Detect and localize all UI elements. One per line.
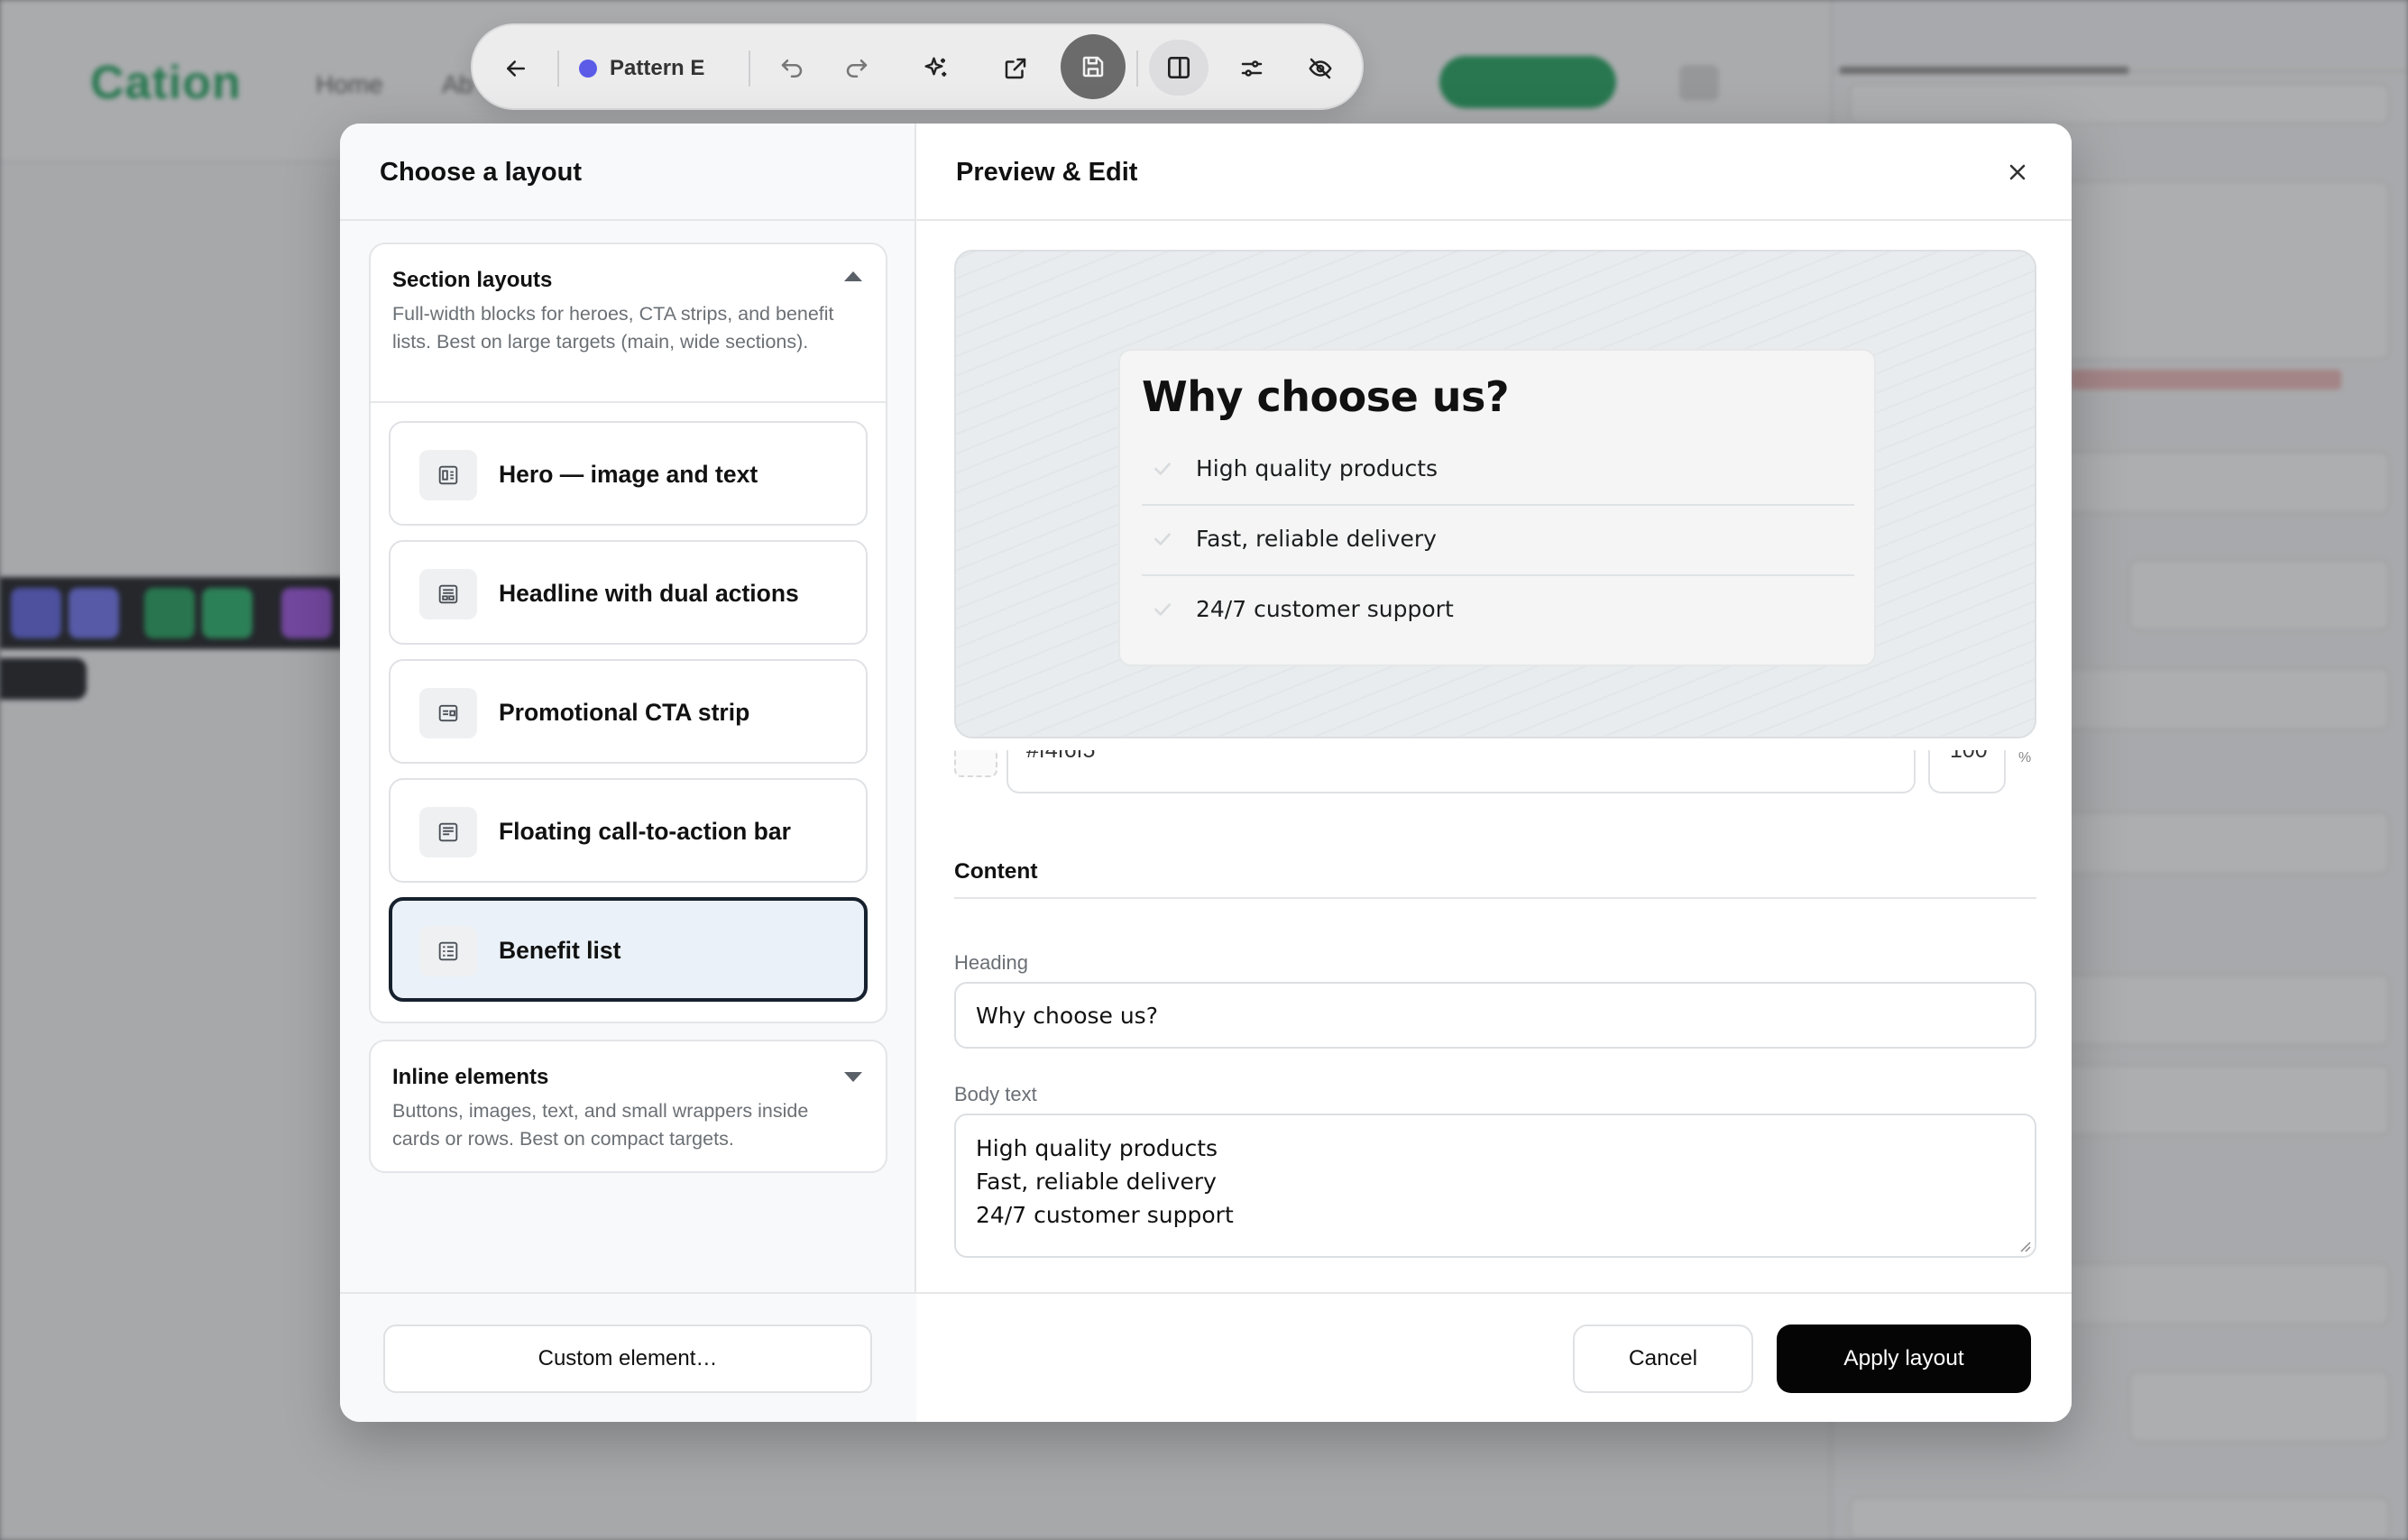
cancel-button[interactable]: Cancel	[1573, 1325, 1753, 1393]
heading-input-value: Why choose us?	[976, 1003, 1158, 1029]
layout-option-cta-strip[interactable]: Promotional CTA strip	[389, 659, 868, 764]
editor-toolbar: Pattern E	[471, 23, 1364, 110]
layout-option-benefit-list[interactable]: Benefit list	[389, 897, 868, 1002]
layout-option-label: Hero — image and text	[499, 461, 758, 488]
back-arrow-icon[interactable]	[494, 47, 538, 90]
left-pane-header: Choose a layout	[340, 124, 916, 221]
preview-card: Why choose us? High quality products Fas…	[1118, 349, 1876, 666]
toolbar-divider	[749, 50, 750, 87]
pattern-name: Pattern E	[610, 56, 705, 80]
preview-divider	[1142, 504, 1854, 506]
section-layouts-description: Full-width blocks for heroes, CTA strips…	[392, 303, 834, 353]
section-layouts-title[interactable]: Section layouts	[392, 268, 552, 293]
undo-icon[interactable]	[770, 47, 813, 90]
section-divider	[954, 897, 2036, 899]
chevron-down-icon[interactable]	[844, 1072, 862, 1082]
sliders-icon[interactable]	[1230, 47, 1273, 90]
layout-preview: Why choose us? High quality products Fas…	[954, 250, 2036, 738]
check-icon	[1151, 457, 1174, 481]
cta-strip-icon	[419, 688, 477, 738]
pattern-color-dot	[579, 60, 597, 78]
toolbar-divider	[557, 50, 559, 87]
opacity-input[interactable]: 100	[1928, 750, 2006, 793]
right-pane-title: Preview & Edit	[956, 158, 1138, 187]
content-section-title: Content	[954, 859, 1038, 884]
preview-benefit-item: High quality products	[1142, 437, 1854, 506]
opacity-value: 100	[1950, 750, 1988, 763]
layout-option-hero[interactable]: Hero — image and text	[389, 421, 868, 526]
preview-benefit-item: 24/7 customer support	[1142, 578, 1854, 646]
background-color-row: #f4f6f5 100 %	[954, 750, 2036, 801]
color-swatch[interactable]	[954, 750, 997, 777]
custom-element-button[interactable]: Custom element…	[383, 1325, 872, 1393]
resize-handle-icon[interactable]	[2018, 1240, 2031, 1252]
pattern-selector[interactable]: Pattern E	[579, 52, 704, 85]
preview-benefit-text: High quality products	[1196, 455, 1438, 481]
layout-option-label: Promotional CTA strip	[499, 699, 750, 726]
layout-chooser-pane: Choose a layout Section layouts Full-wid…	[340, 124, 916, 1422]
group-divider	[371, 401, 886, 403]
toolbar-divider	[1136, 50, 1138, 87]
body-text-line: Fast, reliable delivery	[976, 1169, 1217, 1195]
body-text-input[interactable]: High quality products Fast, reliable del…	[954, 1114, 2036, 1258]
save-button[interactable]	[1061, 34, 1126, 99]
right-pane-header: Preview & Edit	[916, 124, 2072, 221]
split-view-icon	[1168, 57, 1190, 78]
layout-option-label: Floating call-to-action bar	[499, 818, 791, 845]
heading-field-label: Heading	[954, 951, 1028, 974]
redo-icon[interactable]	[835, 47, 878, 90]
preview-benefit-item: Fast, reliable delivery	[1142, 508, 1854, 576]
close-icon	[2009, 164, 2026, 180]
external-link-icon[interactable]	[994, 47, 1037, 90]
preview-edit-pane: Preview & Edit Why choose us? High quali…	[916, 124, 2072, 1422]
eye-off-icon[interactable]	[1299, 47, 1342, 90]
preview-heading: Why choose us?	[1142, 372, 1510, 421]
check-icon	[1151, 598, 1174, 621]
layout-option-label: Benefit list	[499, 937, 621, 964]
close-button[interactable]	[2003, 158, 2032, 187]
layout-option-headline[interactable]: Headline with dual actions	[389, 540, 868, 645]
color-hex-input[interactable]: #f4f6f5	[1006, 750, 1916, 793]
preview-benefit-text: 24/7 customer support	[1196, 596, 1454, 622]
body-text-line: High quality products	[976, 1135, 1218, 1161]
left-pane-footer: Custom element…	[340, 1292, 916, 1422]
split-view-toggle[interactable]	[1149, 40, 1209, 96]
floating-bar-icon	[419, 807, 477, 857]
inline-elements-description: Buttons, images, text, and small wrapper…	[392, 1100, 809, 1150]
benefit-list-icon	[419, 926, 477, 976]
check-icon	[1151, 527, 1174, 551]
chevron-up-icon[interactable]	[844, 271, 862, 281]
opacity-unit: %	[2018, 750, 2032, 765]
hero-layout-icon	[419, 450, 477, 500]
layout-option-label: Headline with dual actions	[499, 580, 799, 607]
inline-elements-group[interactable]: Inline elements Buttons, images, text, a…	[369, 1040, 887, 1173]
layout-option-floating-bar[interactable]: Floating call-to-action bar	[389, 778, 868, 883]
color-hex-value: #f4f6f5	[1026, 750, 1096, 763]
preview-divider	[1142, 574, 1854, 576]
preview-benefit-text: Fast, reliable delivery	[1196, 526, 1437, 552]
headline-layout-icon	[419, 569, 477, 619]
layout-modal: Choose a layout Section layouts Full-wid…	[340, 124, 2072, 1422]
save-icon	[1082, 56, 1104, 78]
left-pane-title: Choose a layout	[380, 158, 582, 187]
inline-elements-title[interactable]: Inline elements	[392, 1065, 548, 1090]
section-layouts-group: Section layouts Full-width blocks for he…	[369, 243, 887, 1023]
body-text-line: 24/7 customer support	[976, 1202, 1234, 1228]
body-text-field-label: Body text	[954, 1083, 1037, 1105]
right-pane-footer: Cancel Apply layout	[916, 1292, 2072, 1422]
heading-input[interactable]: Why choose us?	[954, 982, 2036, 1049]
sparkle-icon[interactable]	[914, 47, 958, 90]
apply-layout-button[interactable]: Apply layout	[1777, 1325, 2031, 1393]
